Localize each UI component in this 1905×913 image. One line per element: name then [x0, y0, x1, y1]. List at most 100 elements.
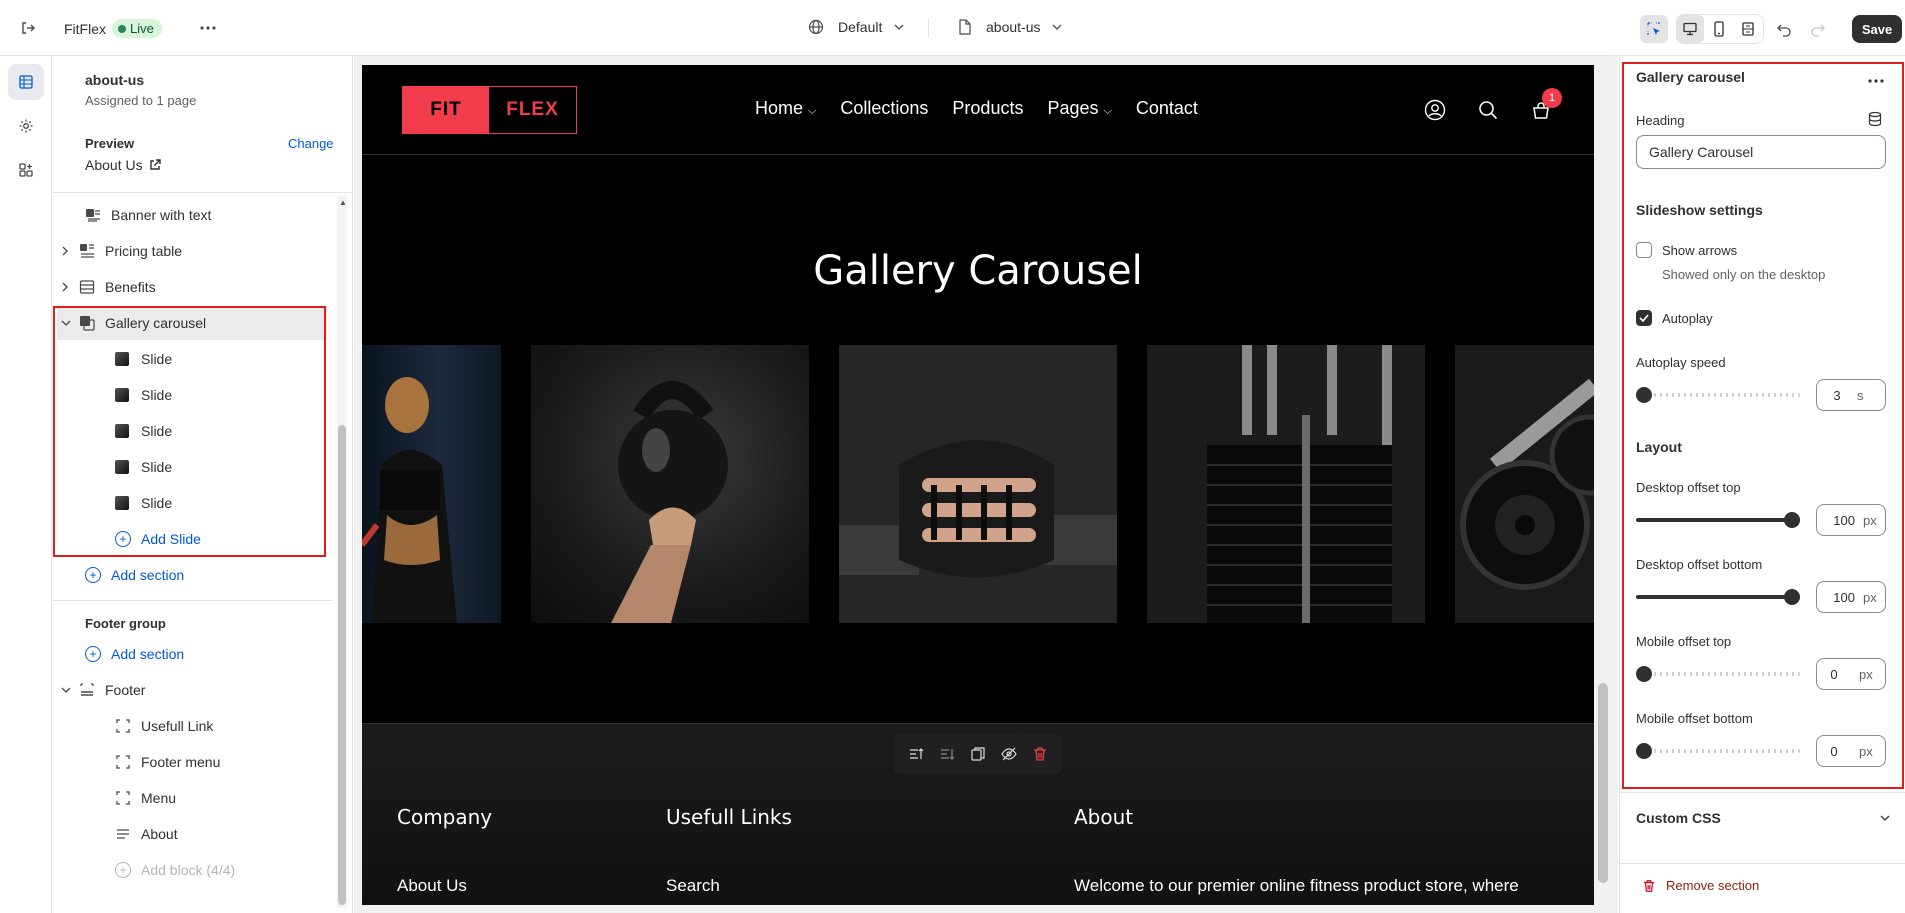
fullscreen-view-icon[interactable]	[1734, 15, 1762, 43]
logo-flex: FLEX	[506, 99, 559, 120]
chevron-down-icon	[1053, 24, 1062, 30]
inspector-icon[interactable]	[1640, 15, 1668, 43]
list-icon	[79, 279, 95, 295]
sections-icon[interactable]	[8, 64, 44, 100]
remove-section-label: Remove section	[1666, 878, 1760, 893]
nav-contact[interactable]: Contact	[1136, 98, 1198, 119]
store-logo[interactable]: FIT FLEX	[402, 86, 577, 134]
section-benefits[interactable]: Benefits	[53, 270, 325, 304]
duplicate-icon[interactable]	[970, 746, 986, 762]
external-link-icon	[149, 159, 161, 170]
section-footer[interactable]: Footer	[53, 673, 325, 707]
section-label: Benefits	[105, 279, 156, 295]
live-status-badge: Live	[112, 19, 162, 38]
chevron-right-icon	[62, 282, 68, 292]
preview-scrollbar-thumb[interactable]	[1598, 683, 1608, 883]
top-bar: FitFlex Live Default about-us Save	[0, 0, 1905, 56]
section-label: Pricing table	[105, 243, 183, 259]
save-button[interactable]: Save	[1852, 15, 1902, 43]
more-actions-icon[interactable]	[194, 14, 222, 42]
header-divider	[362, 154, 1594, 155]
store-nav: Home ⌵ Collections Products Pages ⌵ Cont…	[755, 98, 1198, 119]
redo-icon[interactable]	[1804, 15, 1832, 43]
gallery-slide-image[interactable]	[1147, 345, 1425, 623]
footer-block-item[interactable]: Usefull Link	[53, 709, 325, 743]
desktop-view-icon[interactable]	[1676, 15, 1704, 43]
delete-trash-icon[interactable]	[1032, 746, 1048, 762]
live-dot-icon	[118, 24, 126, 33]
apps-icon[interactable]	[8, 152, 44, 188]
template-name: about-us	[85, 72, 145, 88]
divider	[1620, 792, 1905, 793]
nav-pages[interactable]: Pages ⌵	[1047, 98, 1111, 119]
page-select[interactable]: about-us	[958, 19, 1062, 35]
weight-stack-image	[1147, 345, 1425, 623]
block-frame-icon	[115, 790, 131, 806]
hide-eye-icon[interactable]	[1001, 746, 1017, 762]
add-section-label: Add section	[111, 646, 185, 662]
section-label: Footer	[105, 682, 146, 698]
custom-css-label: Custom CSS	[1636, 810, 1721, 826]
block-label: Footer menu	[141, 754, 221, 770]
plus-circle-icon: +	[85, 567, 101, 583]
logo-fit: FIT	[403, 87, 489, 133]
move-down-icon[interactable]	[939, 746, 955, 762]
footer-block-item[interactable]: About	[53, 817, 325, 851]
highlight-gallery-section	[53, 306, 326, 557]
divider	[1620, 863, 1905, 864]
section-pricing-table[interactable]: Pricing table	[53, 234, 325, 268]
footer-block-item[interactable]: Menu	[53, 781, 325, 815]
gallery-slide-image[interactable]	[531, 345, 809, 623]
block-frame-icon	[115, 718, 131, 734]
divider	[53, 192, 352, 193]
theme-select[interactable]: Default	[808, 19, 904, 35]
add-section-button[interactable]: + Add section	[53, 558, 325, 592]
plus-circle-icon: +	[115, 862, 131, 878]
nav-home[interactable]: Home ⌵	[755, 98, 816, 119]
footer-add-section-button[interactable]: + Add section	[53, 637, 325, 671]
gallery-slide-image[interactable]	[362, 345, 501, 623]
add-block-label: Add block (4/4)	[141, 862, 236, 878]
preview-change-link[interactable]: Change	[288, 136, 334, 151]
footer-about-text: Welcome to our premier online fitness pr…	[1074, 876, 1519, 895]
settings-gear-icon[interactable]	[8, 108, 44, 144]
chevron-down-icon	[1880, 815, 1890, 821]
footer-col-title: Company	[397, 805, 493, 829]
undo-icon[interactable]	[1770, 15, 1798, 43]
image-text-icon	[85, 207, 101, 223]
gallery-slide-image[interactable]	[1455, 345, 1594, 623]
preview-page-link[interactable]: About Us	[85, 157, 161, 173]
scroll-up-icon[interactable]: ▲	[339, 198, 347, 207]
divider	[53, 600, 333, 601]
nav-products[interactable]: Products	[952, 98, 1023, 119]
gallery-slide-image[interactable]	[839, 345, 1117, 623]
footer-link[interactable]: Search	[666, 876, 720, 896]
footer-icon	[79, 682, 95, 698]
chevron-down-icon	[61, 687, 71, 693]
athlete-woman-image	[362, 377, 457, 623]
gallery-title: Gallery Carousel	[813, 248, 1143, 294]
custom-css-accordion[interactable]: Custom CSS	[1620, 798, 1905, 838]
section-banner-with-text[interactable]: Banner with text	[53, 198, 325, 232]
divider	[928, 18, 929, 38]
exit-icon[interactable]	[14, 14, 42, 42]
section-toolbar	[894, 734, 1062, 774]
kettlebell-image	[611, 381, 728, 623]
footer-link[interactable]: About Us	[397, 876, 467, 896]
footer-block-item[interactable]: Footer menu	[53, 745, 325, 779]
move-up-icon[interactable]	[908, 746, 924, 762]
block-label: About	[141, 826, 178, 842]
chevron-down-icon: ⌵	[1103, 105, 1112, 117]
search-icon[interactable]	[1477, 99, 1499, 124]
footer-col-title: Usefull Links	[666, 805, 792, 829]
nav-collections[interactable]: Collections	[840, 98, 928, 119]
remove-section-button[interactable]: Remove section	[1642, 878, 1759, 893]
block-frame-icon	[115, 754, 131, 770]
account-icon[interactable]	[1424, 99, 1446, 124]
sections-sidebar: about-us Assigned to 1 page Preview Chan…	[53, 56, 353, 913]
live-status-text: Live	[130, 21, 154, 36]
preview-label: Preview	[85, 136, 135, 151]
mobile-view-icon[interactable]	[1705, 15, 1733, 43]
template-assigned: Assigned to 1 page	[85, 93, 197, 108]
sidebar-scrollbar-thumb[interactable]	[338, 425, 346, 905]
